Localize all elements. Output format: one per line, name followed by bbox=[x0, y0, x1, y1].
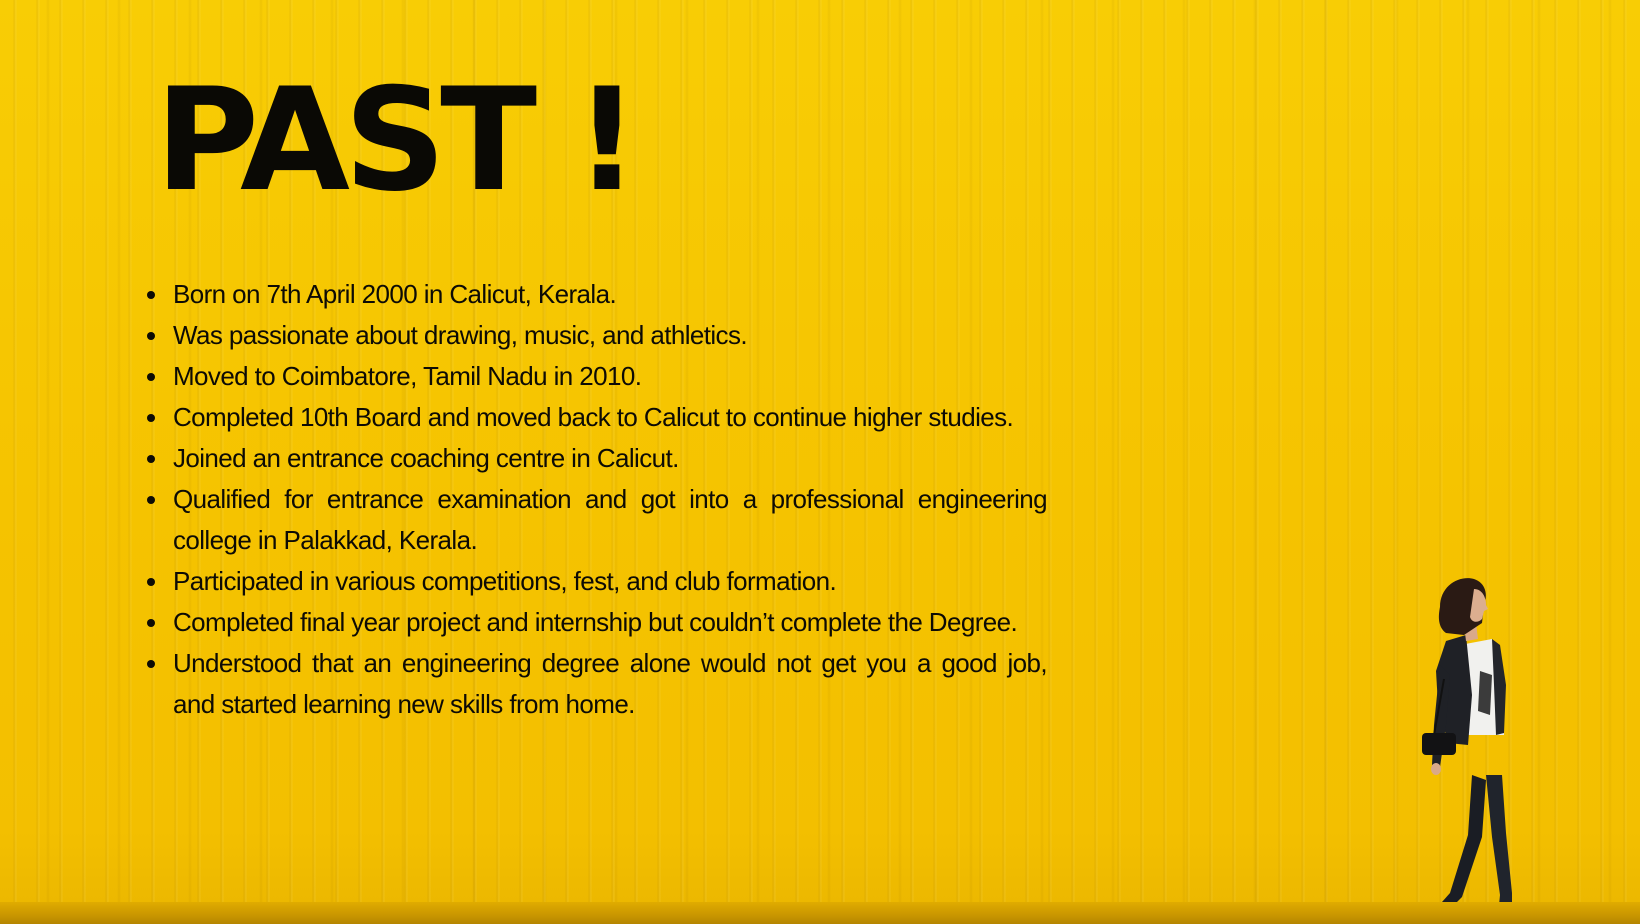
bullet-dot-icon bbox=[147, 619, 155, 627]
bullet-text: Completed final year project and interns… bbox=[173, 607, 1018, 637]
bullet-text: Completed 10th Board and moved back to C… bbox=[173, 402, 1014, 432]
bullet-dot-icon bbox=[147, 291, 155, 299]
bullet-item: Was passionate about drawing, music, and… bbox=[147, 315, 1047, 356]
bullet-item: Participated in various competitions, fe… bbox=[147, 561, 1047, 602]
bullet-text: Participated in various competitions, fe… bbox=[173, 566, 837, 596]
bullet-dot-icon bbox=[147, 496, 155, 504]
bullet-text: Qualified for entrance examination and g… bbox=[173, 484, 1048, 555]
bullet-item: Completed final year project and interns… bbox=[147, 602, 1047, 643]
bullet-text: Understood that an engineering degree al… bbox=[173, 648, 1048, 719]
bullet-dot-icon bbox=[147, 373, 155, 381]
bullet-item: Qualified for entrance examination and g… bbox=[147, 479, 1048, 561]
bullet-dot-icon bbox=[147, 578, 155, 586]
walking-woman-figure bbox=[1422, 578, 1516, 921]
slide-canvas: PAST ! Born on 7th April 2000 in Calicut… bbox=[0, 0, 1640, 924]
bullet-dot-icon bbox=[147, 660, 155, 668]
bullet-dot-icon bbox=[147, 414, 155, 422]
bullet-item: Born on 7th April 2000 in Calicut, Keral… bbox=[147, 274, 1047, 315]
bullet-text: Moved to Coimbatore, Tamil Nadu in 2010. bbox=[173, 361, 642, 391]
bullet-item: Joined an entrance coaching centre in Ca… bbox=[147, 438, 1047, 479]
bullet-item: Completed 10th Board and moved back to C… bbox=[147, 397, 1047, 438]
bullet-text: Joined an entrance coaching centre in Ca… bbox=[173, 443, 679, 473]
bullet-dot-icon bbox=[147, 332, 155, 340]
bullet-text: Was passionate about drawing, music, and… bbox=[173, 320, 748, 350]
floor-strip bbox=[0, 902, 1640, 924]
slide-title: PAST ! bbox=[155, 58, 639, 223]
bullet-item: Understood that an engineering degree al… bbox=[147, 643, 1048, 725]
bullet-list: Born on 7th April 2000 in Calicut, Keral… bbox=[147, 274, 1048, 725]
bullet-text: Born on 7th April 2000 in Calicut, Keral… bbox=[173, 279, 617, 309]
bullet-dot-icon bbox=[147, 455, 155, 463]
bullet-item: Moved to Coimbatore, Tamil Nadu in 2010. bbox=[147, 356, 1047, 397]
